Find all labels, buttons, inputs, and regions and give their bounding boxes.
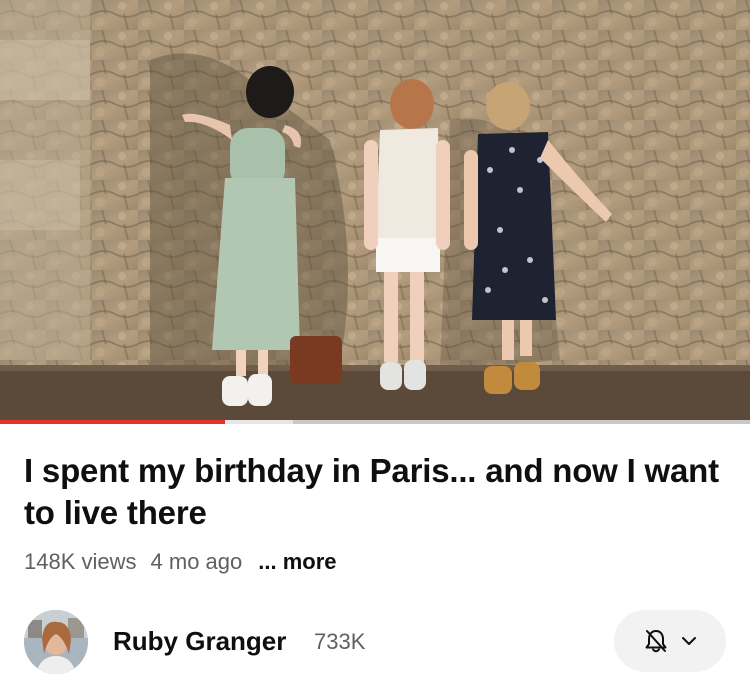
video-player[interactable]	[0, 0, 750, 420]
progress-played	[0, 420, 225, 424]
subscriber-count: 733K	[314, 629, 366, 654]
view-count: 148K views	[24, 549, 137, 574]
channel-name[interactable]: Ruby Granger	[113, 626, 286, 657]
more-link[interactable]: ... more	[258, 549, 336, 575]
avatar[interactable]	[24, 610, 88, 674]
chevron-down-icon	[680, 632, 698, 650]
upload-age: 4 mo ago	[150, 549, 243, 574]
progress-bar[interactable]	[0, 420, 750, 424]
video-title: I spent my birthday in Paris... and now …	[24, 452, 719, 531]
bell-off-icon	[642, 627, 670, 655]
video-meta[interactable]: 148K views 4 mo ago ... more	[24, 546, 351, 578]
handbag	[290, 336, 342, 384]
channel-row: Ruby Granger 733K	[24, 610, 726, 674]
subscribed-notifications-button[interactable]	[614, 610, 726, 672]
video-thumbnail	[0, 0, 750, 420]
